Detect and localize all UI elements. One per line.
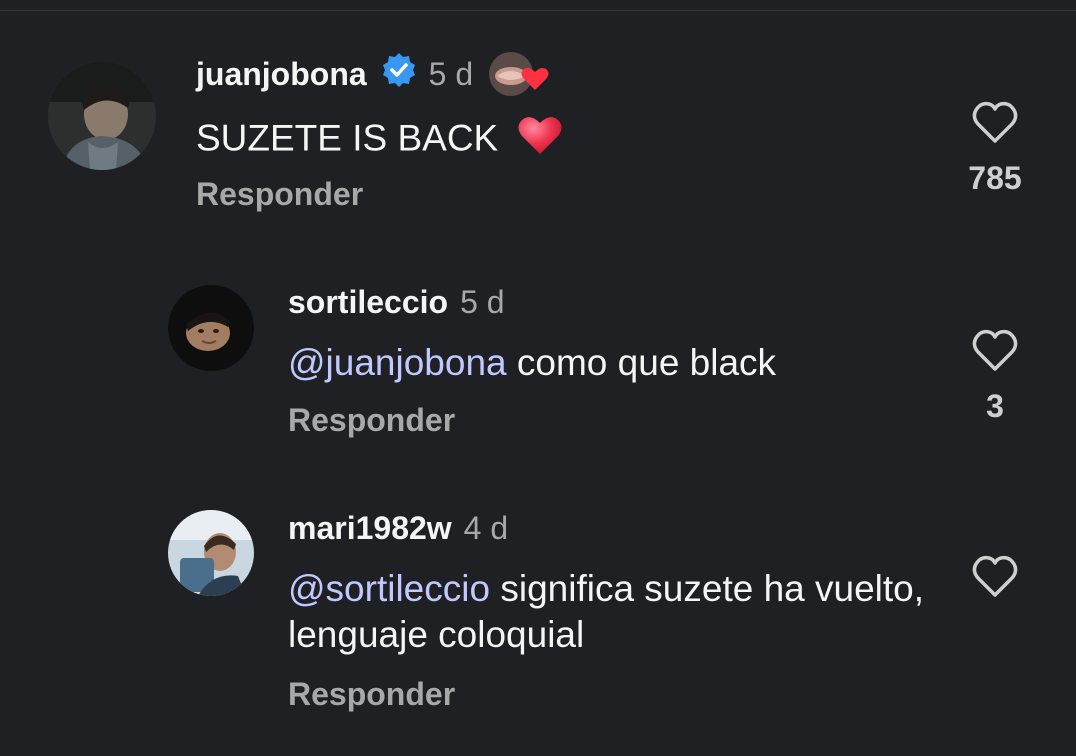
comment-text: SUZETE IS BACK (196, 114, 896, 167)
username[interactable]: juanjobona (196, 56, 367, 93)
like-button[interactable] (970, 552, 1020, 602)
comment-item: juanjobona 5 d SUZETE IS BACK Responder … (0, 0, 1076, 240)
comment-item: sortileccio 5 d @juanjobona como que bla… (0, 260, 1076, 460)
timestamp: 5 d (428, 55, 474, 92)
reply-button[interactable]: Responder (196, 176, 363, 213)
timestamp: 5 d (460, 283, 505, 320)
comment-item: mari1982w 4 d @sortileccio significa suz… (0, 490, 1076, 756)
heart-outline-icon (972, 101, 1018, 143)
avatar[interactable] (48, 62, 156, 170)
like-count: 3 (986, 388, 1004, 424)
timestamp: 4 d (463, 509, 509, 546)
comment-header: juanjobona 5 d (196, 50, 555, 98)
comment-header: mari1982w 4 d (288, 506, 508, 550)
liked-by-author-badge (487, 50, 555, 98)
heart-outline-icon (972, 329, 1018, 371)
verified-badge-icon (381, 52, 417, 96)
like-count: 785 (968, 160, 1022, 196)
like-button[interactable] (970, 326, 1020, 376)
heart-outline-icon (972, 555, 1018, 597)
username[interactable]: mari1982w (288, 510, 452, 547)
username[interactable]: sortileccio (288, 284, 448, 321)
mention-link[interactable]: @sortileccio (288, 568, 490, 609)
comment-text: @sortileccio significa suzete ha vuelto,… (288, 566, 928, 658)
reply-button[interactable]: Responder (288, 402, 455, 439)
avatar[interactable] (168, 285, 254, 371)
mention-link[interactable]: @juanjobona (288, 342, 507, 383)
heart-emoji (517, 114, 563, 167)
reply-button[interactable]: Responder (288, 676, 455, 713)
like-button[interactable] (970, 98, 1020, 148)
mention-text: @juanjobona (288, 342, 507, 383)
avatar[interactable] (168, 510, 254, 596)
mention-text: @sortileccio (288, 568, 491, 609)
comment-body: SUZETE IS BACK (196, 117, 499, 159)
comment-text: @juanjobona como que black (288, 340, 928, 386)
comment-header: sortileccio 5 d (288, 280, 505, 324)
comment-body: como que black (506, 342, 777, 383)
